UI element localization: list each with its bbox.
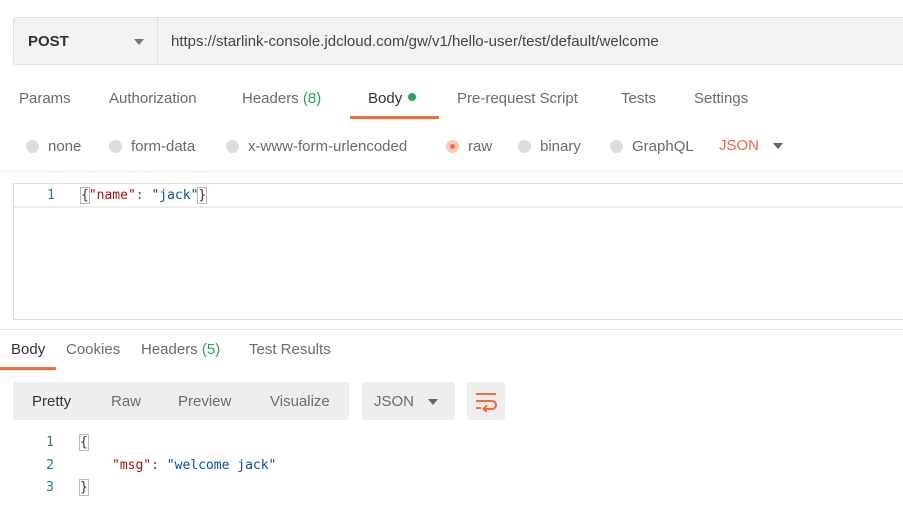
brace-close: } <box>79 479 89 496</box>
pane-divider[interactable] <box>0 329 903 330</box>
content-type-select[interactable]: JSON <box>719 137 759 154</box>
json-value: "welcome jack" <box>166 458 277 473</box>
tab-headers[interactable]: Headers (8) <box>242 90 321 107</box>
response-body-viewer[interactable]: 1 2 3 { "msg": "welcome jack" } <box>0 430 903 530</box>
radio-binary[interactable]: binary <box>518 136 581 156</box>
tab-authorization[interactable]: Authorization <box>109 90 197 107</box>
radio-form-data[interactable]: form-data <box>109 136 195 156</box>
radio-icon <box>610 139 623 153</box>
chevron-down-icon <box>428 399 438 405</box>
brace-close: } <box>197 187 208 204</box>
radio-binary-label: binary <box>540 137 581 155</box>
radio-urlencoded[interactable]: x-www-form-urlencoded <box>226 136 407 156</box>
radio-form-data-label: form-data <box>131 137 196 155</box>
line-number: 1 <box>46 435 54 450</box>
radio-graphql[interactable]: GraphQL <box>610 136 694 156</box>
tab-settings[interactable]: Settings <box>694 90 748 107</box>
method-select[interactable]: POST <box>13 17 157 65</box>
wrap-lines-icon <box>476 393 497 412</box>
line-number: 3 <box>46 480 54 495</box>
response-tab-body[interactable]: Body <box>11 341 45 358</box>
code-line: "msg": "welcome jack" <box>112 458 276 473</box>
radio-icon <box>226 139 239 153</box>
radio-selected-icon <box>446 139 459 153</box>
active-tab-indicator <box>350 116 439 119</box>
headers-count: (8) <box>302 90 322 107</box>
view-raw-button[interactable]: Raw <box>111 393 141 410</box>
response-headers-count: (5) <box>201 341 221 358</box>
tab-tests[interactable]: Tests <box>621 90 656 107</box>
line-number: 1 <box>47 188 55 203</box>
wrap-lines-button[interactable] <box>467 382 505 420</box>
view-pretty-button[interactable]: Pretty <box>32 393 71 410</box>
json-key: "name" <box>88 188 136 203</box>
chevron-down-icon <box>134 39 144 45</box>
brace-open: { <box>79 434 89 451</box>
brace-open: { <box>80 187 90 204</box>
active-response-tab-indicator <box>0 367 56 370</box>
view-preview-button[interactable]: Preview <box>178 393 231 410</box>
response-tab-cookies[interactable]: Cookies <box>66 341 120 358</box>
divider <box>0 171 903 172</box>
response-tab-headers[interactable]: Headers (5) <box>141 341 220 358</box>
response-format-label: JSON <box>374 393 415 410</box>
json-value: "jack" <box>151 188 199 203</box>
line-number: 2 <box>46 458 54 473</box>
modified-dot-icon <box>408 93 417 101</box>
tab-headers-label: Headers <box>242 90 299 107</box>
tab-pre-request-script[interactable]: Pre-request Script <box>457 90 578 107</box>
method-label: POST <box>28 33 69 50</box>
request-body-editor[interactable]: 1 {"name": "jack"} <box>13 183 903 320</box>
json-colon: : <box>151 458 167 473</box>
radio-graphql-label: GraphQL <box>632 137 694 155</box>
json-colon: : <box>135 188 152 203</box>
url-input[interactable]: https://starlink-console.jdcloud.com/gw/… <box>157 17 903 65</box>
radio-urlencoded-label: x-www-form-urlencoded <box>248 137 408 155</box>
radio-icon <box>109 139 122 153</box>
code-line: {"name": "jack"} <box>80 187 208 204</box>
chevron-down-icon[interactable] <box>773 143 783 149</box>
tab-params[interactable]: Params <box>19 90 71 107</box>
response-tab-headers-label: Headers <box>141 341 198 358</box>
url-text: https://starlink-console.jdcloud.com/gw/… <box>171 33 659 50</box>
radio-raw-label: raw <box>468 137 493 155</box>
radio-icon <box>26 139 39 153</box>
radio-none[interactable]: none <box>26 136 81 156</box>
response-tab-test-results[interactable]: Test Results <box>249 341 331 358</box>
radio-raw[interactable]: raw <box>446 136 492 156</box>
response-format-select[interactable]: JSON <box>362 382 455 420</box>
view-visualize-button[interactable]: Visualize <box>270 393 330 410</box>
radio-none-label: none <box>48 137 82 155</box>
tab-body[interactable]: Body <box>368 90 417 107</box>
view-mode-group: Pretty Raw Preview Visualize <box>13 382 349 420</box>
radio-icon <box>518 139 531 153</box>
tab-body-label: Body <box>368 90 403 107</box>
json-key: "msg" <box>112 458 152 473</box>
